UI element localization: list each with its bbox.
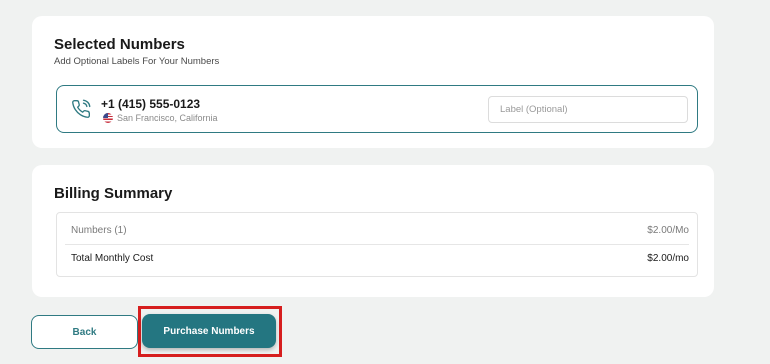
phone-number: +1 (415) 555-0123 — [101, 97, 201, 111]
label-input[interactable] — [488, 96, 688, 123]
selected-numbers-card: Selected Numbers Add Optional Labels For… — [32, 16, 714, 148]
number-location: San Francisco, California — [103, 113, 218, 123]
purchase-numbers-button[interactable]: Purchase Numbers — [142, 314, 276, 348]
location-text: San Francisco, California — [117, 113, 218, 123]
billing-table: Numbers (1) $2.00/Mo Total Monthly Cost … — [56, 212, 698, 277]
billing-row-label: Numbers (1) — [71, 225, 127, 236]
selected-numbers-subtitle: Add Optional Labels For Your Numbers — [54, 56, 220, 67]
billing-row-total: Total Monthly Cost $2.00/mo — [71, 253, 689, 264]
billing-divider — [65, 244, 689, 245]
selected-number-item: +1 (415) 555-0123 San Francisco, Califor… — [56, 85, 698, 133]
billing-total-amount: $2.00/mo — [647, 253, 689, 264]
billing-row-amount: $2.00/Mo — [647, 225, 689, 236]
billing-summary-title: Billing Summary — [54, 185, 173, 202]
billing-summary-card: Billing Summary Numbers (1) $2.00/Mo Tot… — [32, 165, 714, 297]
phone-icon — [72, 99, 91, 118]
billing-row-numbers: Numbers (1) $2.00/Mo — [71, 225, 689, 236]
selected-numbers-title: Selected Numbers — [54, 36, 185, 53]
back-button[interactable]: Back — [31, 315, 138, 349]
billing-total-label: Total Monthly Cost — [71, 253, 154, 264]
us-flag-icon — [103, 113, 113, 123]
